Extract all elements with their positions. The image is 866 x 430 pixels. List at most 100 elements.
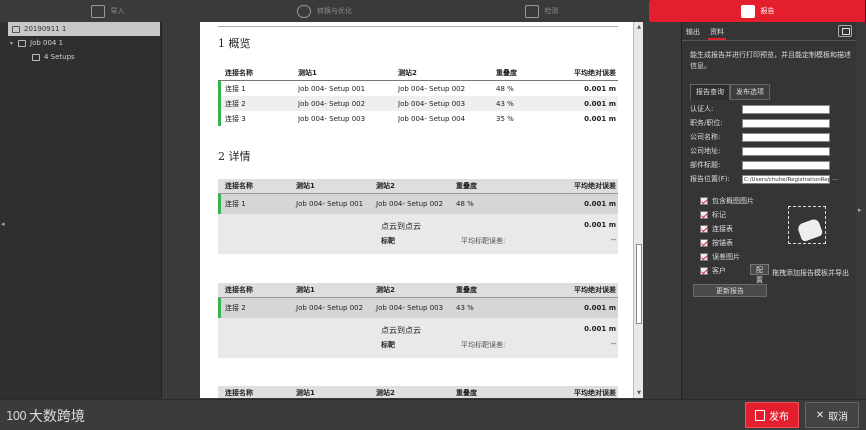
checkbox-label: 客户 bbox=[712, 267, 726, 275]
cell: Job 004- Setup 002 bbox=[376, 200, 444, 208]
panel-description: 能生成报告并进行打印预览，并且能定制模板和描述信息。 bbox=[690, 51, 851, 70]
publish-button[interactable]: 发布 bbox=[745, 402, 799, 428]
checkbox-icon[interactable] bbox=[700, 267, 708, 275]
cell: Job 004- Setup 003 bbox=[398, 99, 466, 108]
cell: 43 % bbox=[496, 99, 514, 108]
document-scrollbar[interactable]: ▲ ▼ bbox=[633, 22, 643, 398]
cell: Job 004- Setup 002 bbox=[296, 304, 364, 312]
browse-icon[interactable]: … bbox=[832, 175, 839, 183]
step-label: 报告 bbox=[760, 7, 775, 15]
tree-item-root[interactable]: 20190911 1 bbox=[8, 22, 160, 36]
cancel-label: 取消 bbox=[828, 411, 849, 423]
cell: Job 004- Setup 001 bbox=[296, 200, 364, 208]
cancel-button[interactable]: ✕ 取消 bbox=[805, 402, 859, 428]
col-header: 平均绝对误差 bbox=[574, 286, 616, 294]
field-label: 认证人: bbox=[690, 105, 714, 113]
tab-output[interactable]: 输出 bbox=[684, 26, 702, 40]
field-row: 报告位置(F): C:/Users/chuhe/RegistrationRepo… bbox=[690, 172, 852, 186]
cell: 0.001 m bbox=[584, 114, 616, 123]
tree-item-job[interactable]: ▾ Job 004 1 bbox=[0, 36, 161, 50]
checkbox-overview-image[interactable]: 包含概图图片 bbox=[700, 194, 754, 208]
workflow-bar: 导入 转换与优化 检测 报告 bbox=[0, 0, 866, 22]
tab-report-query[interactable]: 报告查询 bbox=[690, 84, 730, 100]
project-icon bbox=[12, 25, 20, 33]
target-value: -- bbox=[610, 340, 616, 348]
drop-zone-label: 拖拽添加报告模板并导出 bbox=[772, 269, 849, 277]
table-header: 连接名称 测站1 测站2 重叠度 平均绝对误差 bbox=[218, 283, 618, 298]
checkbox-label: 标记 bbox=[712, 211, 726, 219]
col-header: 测站2 bbox=[376, 286, 395, 294]
col-header: 重叠度 bbox=[456, 389, 477, 397]
table-header: 连接名称 测站1 测站2 重叠度 平均绝对误差 bbox=[218, 386, 618, 398]
step-label: 转换与优化 bbox=[317, 7, 352, 15]
cloud-label: 点云到点云 bbox=[381, 222, 421, 231]
report-fields: 认证人: 职务/职位: 公司名称: 公司地址: 部件标题: 报告位置(F): C… bbox=[690, 102, 852, 186]
cell: 连接 2 bbox=[225, 99, 246, 108]
part-title-input[interactable] bbox=[742, 160, 830, 170]
expand-icon[interactable] bbox=[838, 25, 852, 37]
close-icon: ✕ bbox=[815, 409, 825, 421]
chevron-down-icon[interactable]: ▾ bbox=[10, 40, 18, 47]
col-header: 测站1 bbox=[296, 286, 315, 294]
tab-data[interactable]: 资料 bbox=[708, 26, 726, 40]
checkbox-icon[interactable] bbox=[700, 239, 708, 247]
update-report-button[interactable]: 更新报告 bbox=[693, 284, 767, 297]
include-options: 包含概图图片 标记 连接表 按锚表 误差图片 客户 配置 bbox=[700, 194, 769, 284]
cell: Job 004- Setup 001 bbox=[298, 84, 366, 93]
target-value: -- bbox=[610, 236, 616, 244]
step-import[interactable]: 导入 bbox=[0, 0, 223, 22]
globe-search-icon bbox=[297, 4, 311, 18]
checkbox-markers[interactable]: 标记 bbox=[700, 208, 754, 222]
report-icon bbox=[740, 4, 755, 18]
step-inspect[interactable]: 检测 bbox=[434, 0, 657, 22]
detail-sub: 点云到点云 0.001 m 标靶 平均标靶误差: -- bbox=[218, 318, 618, 358]
collapse-left-icon[interactable]: ◂ bbox=[1, 220, 5, 228]
cell: 连接 1 bbox=[225, 84, 246, 93]
company-name-input[interactable] bbox=[742, 132, 830, 142]
table-header: 连接名称 测站1 测站2 重叠度 平均绝对误差 bbox=[218, 66, 618, 81]
detail-block: 连接名称 测站1 测站2 重叠度 平均绝对误差 bbox=[218, 386, 618, 398]
field-row: 认证人: bbox=[690, 102, 852, 116]
details-title: 2 详情 bbox=[218, 150, 251, 163]
table-row: 连接 3 Job 004- Setup 003 Job 004- Setup 0… bbox=[218, 111, 618, 126]
cell: 43 % bbox=[456, 304, 474, 312]
checkbox-icon[interactable] bbox=[700, 253, 708, 261]
cell: 连接 3 bbox=[225, 114, 246, 123]
panel-tabs: 输出 资料 bbox=[684, 26, 726, 40]
collapse-right-icon[interactable]: ▸ bbox=[858, 206, 862, 214]
checkbox-icon[interactable] bbox=[700, 211, 708, 219]
tree-item-setups[interactable]: 4 Setups bbox=[0, 50, 161, 64]
checkbox-connections[interactable]: 连接表 bbox=[700, 222, 754, 236]
setups-icon bbox=[32, 53, 40, 61]
checkbox-customer[interactable]: 客户 配置 bbox=[700, 264, 769, 284]
position-input[interactable] bbox=[742, 118, 830, 128]
field-label: 职务/职位: bbox=[690, 119, 723, 127]
col-header: 连接名称 bbox=[225, 389, 253, 397]
report-path-input[interactable]: C:/Users/chuhe/RegistrationReport.pdf bbox=[742, 174, 830, 184]
publish-icon bbox=[755, 409, 765, 421]
certifier-input[interactable] bbox=[742, 104, 830, 114]
field-row: 职务/职位: bbox=[690, 116, 852, 130]
divider bbox=[682, 40, 857, 41]
scroll-down-icon[interactable]: ▼ bbox=[635, 389, 643, 397]
col-header: 重叠度 bbox=[456, 182, 477, 190]
detail-sub: 点云到点云 0.001 m 标靶 平均标靶误差: -- bbox=[218, 214, 618, 254]
scroll-up-icon[interactable]: ▲ bbox=[635, 23, 643, 31]
step-label: 检测 bbox=[544, 7, 559, 15]
check-icon bbox=[524, 4, 539, 18]
template-drop-zone[interactable] bbox=[788, 206, 826, 244]
logo-text: 大数跨境 bbox=[28, 409, 85, 425]
target-error-label: 平均标靶误差: bbox=[461, 341, 506, 349]
hand-drag-icon bbox=[796, 217, 824, 243]
checkbox-error-image[interactable]: 误差图片 bbox=[700, 250, 754, 264]
step-convert-optimize[interactable]: 转换与优化 bbox=[216, 0, 441, 22]
col-header: 测站1 bbox=[296, 182, 315, 190]
company-address-input[interactable] bbox=[742, 146, 830, 156]
checkbox-icon[interactable] bbox=[700, 197, 708, 205]
tab-publish-options[interactable]: 发布选项 bbox=[730, 84, 770, 100]
config-button[interactable]: 配置 bbox=[750, 264, 769, 284]
scroll-thumb[interactable] bbox=[636, 244, 642, 324]
step-report[interactable]: 报告 bbox=[650, 0, 866, 22]
checkbox-icon[interactable] bbox=[700, 225, 708, 233]
checkbox-anchors[interactable]: 按锚表 bbox=[700, 236, 754, 250]
